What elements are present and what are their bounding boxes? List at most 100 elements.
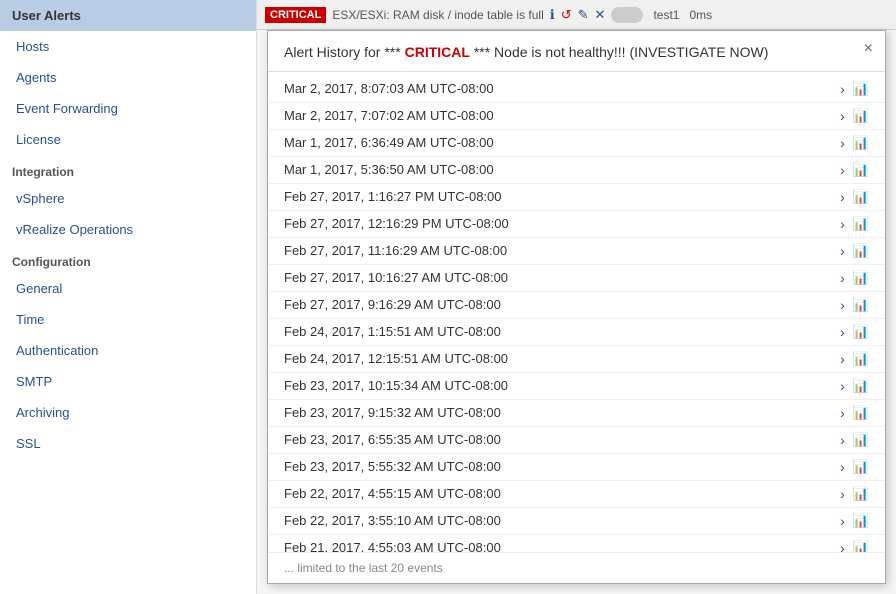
sidebar-item-event-forwarding[interactable]: Event Forwarding [0, 93, 256, 124]
alert-row[interactable]: Mar 2, 2017, 8:07:03 AM UTC-08:00› 📊 [268, 76, 885, 103]
modal-title: Alert History for *** CRITICAL *** Node … [284, 43, 869, 63]
info-icon[interactable]: ℹ [550, 7, 555, 23]
chevron-right-icon: › [840, 162, 845, 178]
sidebar-item-hosts[interactable]: Hosts [0, 31, 256, 62]
chevron-right-icon: › [840, 432, 845, 448]
alert-description: ESX/ESXi: RAM disk / inode table is full [332, 8, 543, 22]
sidebar-item-smtp[interactable]: SMTP [0, 366, 256, 397]
chevron-right-icon: › [840, 108, 845, 124]
sidebar-item-archiving[interactable]: Archiving [0, 397, 256, 428]
title-suffix: *** Node is not healthy!!! (INVESTIGATE … [470, 44, 769, 60]
chart-icon: 📊 [853, 324, 869, 340]
toggle-switch[interactable] [611, 7, 643, 23]
modal-body: Mar 2, 2017, 8:07:03 AM UTC-08:00›📊Mar 2… [268, 72, 885, 552]
alert-row[interactable]: Feb 23, 2017, 10:15:34 AM UTC-08:00›📊 [268, 373, 885, 400]
chart-icon: 📊 [853, 81, 869, 97]
title-prefix: Alert History for *** [284, 44, 405, 60]
alert-timestamp: Feb 23, 2017, 5:55:32 AM UTC-08:00 [284, 459, 840, 474]
alert-row[interactable]: Feb 23, 2017, 6:55:35 AM UTC-08:00›📊 [268, 427, 885, 454]
chevron-right-icon: › [840, 189, 845, 205]
chevron-right-icon: › [840, 486, 845, 502]
alert-timestamp: Mar 1, 2017, 6:36:49 AM UTC-08:00 [284, 135, 840, 150]
alert-timestamp: Feb 27, 2017, 9:16:29 AM UTC-08:00 [284, 297, 840, 312]
chevron-right-icon: › [840, 216, 845, 232]
alert-row[interactable]: Feb 24, 2017, 1:15:51 AM UTC-08:00›📊 [268, 319, 885, 346]
alert-timestamp: Feb 27, 2017, 12:16:29 PM UTC-08:00 [284, 216, 840, 231]
chart-icon: 📊 [853, 189, 869, 205]
modal-close-button[interactable]: × [864, 41, 873, 57]
sidebar-group-integration: Integration [0, 155, 256, 183]
alert-timestamp: Mar 2, 2017, 7:07:02 AM UTC-08:00 [284, 108, 840, 123]
alert-row[interactable]: Mar 1, 2017, 6:36:49 AM UTC-08:00› 📊 [268, 130, 885, 157]
alert-timestamp: Feb 27, 2017, 11:16:29 AM UTC-08:00 [284, 243, 840, 258]
edit-icon[interactable]: ✎ [578, 7, 589, 23]
alert-row[interactable]: Feb 22, 2017, 4:55:15 AM UTC-08:00›📊 [268, 481, 885, 508]
sidebar: User AlertsHostsAgentsEvent ForwardingLi… [0, 0, 257, 594]
alert-row[interactable]: Mar 2, 2017, 7:07:02 AM UTC-08:00› 📊 [268, 103, 885, 130]
chart-icon: 📊 [853, 378, 869, 394]
alert-row[interactable]: Feb 27, 2017, 10:16:27 AM UTC-08:00› 📊 [268, 265, 885, 292]
alert-row[interactable]: Feb 23, 2017, 5:55:32 AM UTC-08:00› 📊 [268, 454, 885, 481]
sidebar-item-time[interactable]: Time [0, 304, 256, 335]
chart-icon: 📊 [853, 459, 869, 475]
sidebar-item-vrealize-operations[interactable]: vRealize Operations [0, 214, 256, 245]
sidebar-item-authentication[interactable]: Authentication [0, 335, 256, 366]
chevron-right-icon: › [840, 351, 845, 367]
sidebar-header: User Alerts [0, 0, 256, 31]
modal-footer: ... limited to the last 20 events [268, 552, 885, 583]
alert-row[interactable]: Feb 27, 2017, 1:16:27 PM UTC-08:00› 📊 [268, 184, 885, 211]
alert-row[interactable]: Feb 22, 2017, 3:55:10 AM UTC-08:00› 📊 [268, 508, 885, 535]
chart-icon: 📊 [853, 486, 869, 502]
alert-timestamp: Feb 24, 2017, 12:15:51 AM UTC-08:00 [284, 351, 840, 366]
alert-row[interactable]: Feb 24, 2017, 12:15:51 AM UTC-08:00› 📊 [268, 346, 885, 373]
sidebar-item-vsphere[interactable]: vSphere [0, 183, 256, 214]
alert-timestamp: Mar 2, 2017, 8:07:03 AM UTC-08:00 [284, 81, 840, 96]
chevron-right-icon: › [840, 405, 845, 421]
alert-row[interactable]: Feb 27, 2017, 9:16:29 AM UTC-08:00› 📊 [268, 292, 885, 319]
chart-icon: 📊 [853, 243, 869, 259]
sidebar-item-agents[interactable]: Agents [0, 62, 256, 93]
alert-timestamp: Feb 21, 2017, 4:55:03 AM UTC-08:00 [284, 540, 840, 552]
alert-row[interactable]: Feb 23, 2017, 9:15:32 AM UTC-08:00› 📊 [268, 400, 885, 427]
chevron-right-icon: › [840, 459, 845, 475]
sidebar-item-general[interactable]: General [0, 273, 256, 304]
chart-icon: 📊 [853, 351, 869, 367]
alert-timestamp: Feb 23, 2017, 9:15:32 AM UTC-08:00 [284, 405, 840, 420]
sidebar-group-configuration: Configuration [0, 245, 256, 273]
chart-icon: 📊 [853, 135, 869, 151]
chart-icon: 📊 [853, 297, 869, 313]
chart-icon: 📊 [853, 270, 869, 286]
chevron-right-icon: › [840, 513, 845, 529]
alert-timestamp: Feb 24, 2017, 1:15:51 AM UTC-08:00 [284, 324, 840, 339]
alert-row[interactable]: Feb 21, 2017, 4:55:03 AM UTC-08:00› 📊 [268, 535, 885, 552]
chevron-right-icon: › [840, 81, 845, 97]
response-time: 0ms [689, 8, 712, 22]
chevron-right-icon: › [840, 270, 845, 286]
modal-header: Alert History for *** CRITICAL *** Node … [268, 31, 885, 72]
chevron-right-icon: › [840, 297, 845, 313]
top-bar: CRITICAL ESX/ESXi: RAM disk / inode tabl… [257, 0, 896, 30]
chevron-right-icon: › [840, 540, 845, 552]
alert-timestamp: Mar 1, 2017, 5:36:50 AM UTC-08:00 [284, 162, 840, 177]
alert-row[interactable]: Feb 27, 2017, 11:16:29 AM UTC-08:00›📊 [268, 238, 885, 265]
main-content: CRITICAL ESX/ESXi: RAM disk / inode tabl… [257, 0, 896, 594]
sidebar-item-ssl[interactable]: SSL [0, 428, 256, 459]
severity-badge: CRITICAL [265, 7, 326, 23]
chart-icon: 📊 [853, 162, 869, 178]
alert-timestamp: Feb 23, 2017, 6:55:35 AM UTC-08:00 [284, 432, 840, 447]
chart-icon: 📊 [853, 108, 869, 124]
history-icon[interactable]: ↺ [561, 7, 572, 23]
chart-icon: 📊 [853, 540, 869, 552]
sidebar-item-license[interactable]: License [0, 124, 256, 155]
alert-timestamp: Feb 27, 2017, 10:16:27 AM UTC-08:00 [284, 270, 840, 285]
alert-row[interactable]: Mar 1, 2017, 5:36:50 AM UTC-08:00› 📊 [268, 157, 885, 184]
username: test1 [653, 8, 679, 22]
alert-timestamp: Feb 27, 2017, 1:16:27 PM UTC-08:00 [284, 189, 840, 204]
chevron-right-icon: › [840, 135, 845, 151]
alert-timestamp: Feb 22, 2017, 3:55:10 AM UTC-08:00 [284, 513, 840, 528]
dismiss-icon[interactable]: ✕ [595, 7, 606, 23]
chart-icon: 📊 [853, 513, 869, 529]
alert-row[interactable]: Feb 27, 2017, 12:16:29 PM UTC-08:00›📊 [268, 211, 885, 238]
chart-icon: 📊 [853, 405, 869, 421]
alert-history-modal: Alert History for *** CRITICAL *** Node … [267, 30, 886, 584]
